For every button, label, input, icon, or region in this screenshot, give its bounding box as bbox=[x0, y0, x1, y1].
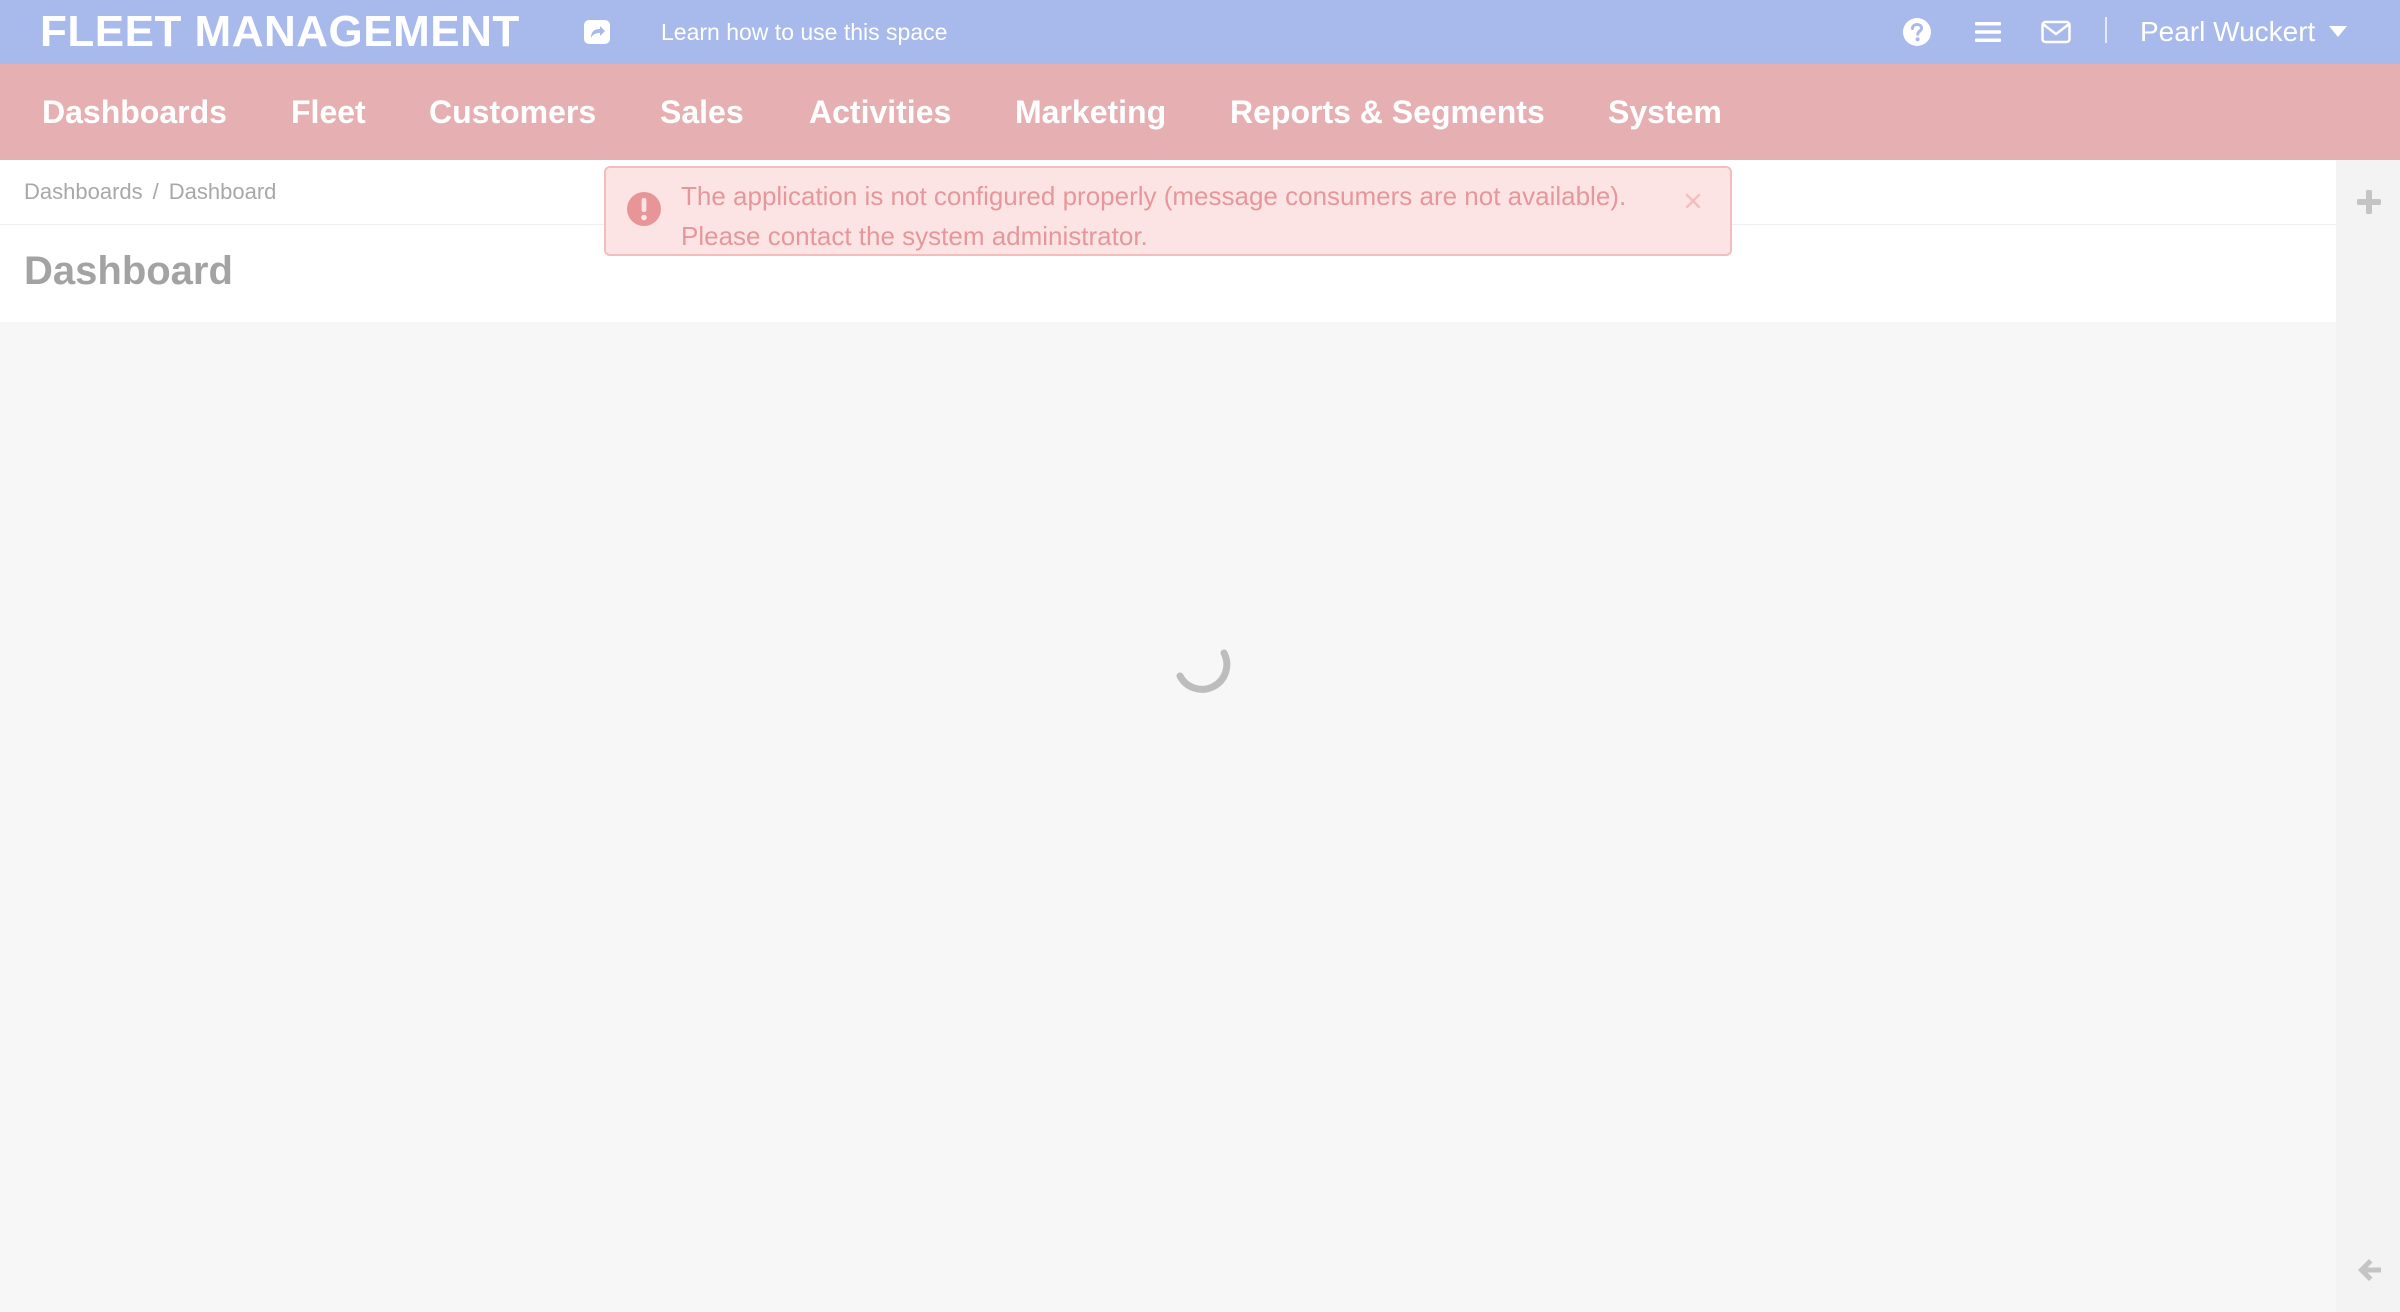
close-icon[interactable] bbox=[1684, 192, 1702, 210]
nav-item-dashboards[interactable]: Dashboards bbox=[42, 64, 227, 160]
nav-item-reports-segments[interactable]: Reports & Segments bbox=[1230, 64, 1545, 160]
breadcrumb: Dashboards / Dashboard bbox=[24, 176, 276, 208]
page-title: Dashboard bbox=[24, 249, 233, 293]
user-name: Pearl Wuckert bbox=[2140, 16, 2316, 47]
arrow-left-icon[interactable] bbox=[2354, 1255, 2384, 1285]
breadcrumb-item-dashboards[interactable]: Dashboards bbox=[24, 179, 143, 204]
main-nav: Dashboards Fleet Customers Sales Activit… bbox=[0, 64, 2400, 160]
right-sidebar bbox=[2336, 160, 2400, 1312]
nav-item-activities[interactable]: Activities bbox=[809, 64, 951, 160]
exclamation-icon bbox=[627, 192, 661, 226]
header-divider bbox=[2105, 17, 2107, 43]
brand-logo[interactable]: FLEET MANAGEMENT bbox=[40, 4, 520, 60]
alert-message: The application is not configured proper… bbox=[681, 176, 1641, 256]
nav-item-system[interactable]: System bbox=[1608, 64, 1722, 160]
user-menu[interactable]: Pearl Wuckert bbox=[2140, 13, 2348, 51]
breadcrumb-item-dashboard: Dashboard bbox=[168, 179, 277, 204]
nav-item-customers[interactable]: Customers bbox=[429, 64, 596, 160]
menu-icon[interactable] bbox=[1972, 16, 2004, 48]
share-icon[interactable] bbox=[582, 18, 612, 46]
alert-line-1: The application is not configured proper… bbox=[681, 181, 1627, 211]
nav-item-marketing[interactable]: Marketing bbox=[1015, 64, 1166, 160]
error-alert: The application is not configured proper… bbox=[604, 166, 1732, 256]
help-icon[interactable] bbox=[1901, 16, 1933, 48]
alert-line-2: Please contact the system administrator. bbox=[681, 221, 1148, 251]
nav-item-sales[interactable]: Sales bbox=[660, 64, 744, 160]
top-bar: FLEET MANAGEMENT Learn how to use this s… bbox=[0, 0, 2400, 64]
caret-down-icon bbox=[2329, 26, 2348, 38]
mail-icon[interactable] bbox=[2040, 16, 2072, 48]
plus-icon[interactable] bbox=[2355, 188, 2383, 216]
spinner-icon bbox=[1176, 649, 1231, 693]
learn-link[interactable]: Learn how to use this space bbox=[661, 17, 947, 47]
nav-item-fleet[interactable]: Fleet bbox=[291, 64, 366, 160]
breadcrumb-separator: / bbox=[152, 179, 159, 204]
